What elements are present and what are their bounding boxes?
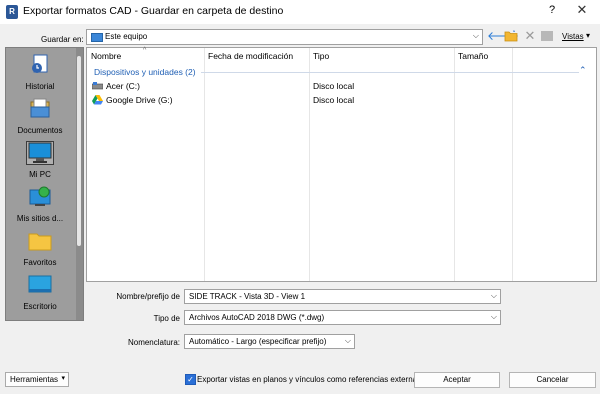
naming-value: Automático - Largo (especificar prefijo) xyxy=(189,337,327,346)
new-folder-icon[interactable] xyxy=(504,30,518,42)
place-label: Historial xyxy=(25,82,55,91)
views-menu[interactable]: Vistas xyxy=(562,32,584,41)
save-in-value: Este equipo xyxy=(105,32,148,41)
network-sites-icon xyxy=(27,186,53,208)
chevron-down-icon: ⌵ xyxy=(490,312,497,321)
places-scrollbar[interactable] xyxy=(76,48,83,320)
chevron-down-icon: ⌵ xyxy=(344,336,351,345)
file-type: Disco local xyxy=(313,81,355,91)
name-prefix-label: Nombre/prefijo de xyxy=(116,292,180,301)
file-type-value: Archivos AutoCAD 2018 DWG (*.dwg) xyxy=(189,313,325,322)
column-header-name[interactable]: Nombre xyxy=(91,51,121,61)
help-button[interactable]: ? xyxy=(545,4,559,18)
list-item[interactable]: Google Drive (G:) Disco local xyxy=(87,94,596,106)
desktop-icon xyxy=(27,274,53,296)
local-disk-icon xyxy=(91,82,104,90)
cancel-button[interactable]: Cancelar xyxy=(509,372,596,388)
place-label: Documentos xyxy=(17,126,63,135)
column-header-date[interactable]: Fecha de modificación xyxy=(208,51,293,61)
place-favorites[interactable]: Favoritos xyxy=(6,230,74,278)
tools-label: Herramientas xyxy=(10,375,59,384)
chevron-down-icon: ⌵ xyxy=(472,31,479,40)
column-header-type[interactable]: Tipo xyxy=(313,51,329,61)
file-name: Google Drive (G:) xyxy=(106,95,173,105)
place-label: Favoritos xyxy=(23,258,57,267)
file-type: Disco local xyxy=(313,95,355,105)
name-prefix-value: SIDE TRACK - Vista 3D - View 1 xyxy=(189,292,306,301)
delete-icon[interactable]: ✕ xyxy=(524,29,536,42)
favorites-folder-icon xyxy=(27,230,53,252)
place-label: Escritorio xyxy=(23,302,57,311)
history-icon xyxy=(27,54,53,76)
export-xrefs-label[interactable]: Exportar vistas en planos y vínculos com… xyxy=(197,375,421,384)
save-in-dropdown[interactable]: Este equipo ⌵ xyxy=(86,29,483,45)
place-label: Mis sitios d... xyxy=(16,214,64,223)
name-prefix-input[interactable]: SIDE TRACK - Vista 3D - View 1 ⌵ xyxy=(184,289,501,304)
tools-button[interactable]: Herramientas ▾ xyxy=(5,372,69,387)
scrollbar-thumb[interactable] xyxy=(77,56,81,246)
place-my-sites[interactable]: Mis sitios d... xyxy=(6,186,74,234)
window-title: Exportar formatos CAD - Guardar en carpe… xyxy=(23,5,284,17)
export-xrefs-checkbox[interactable]: ✓ xyxy=(185,374,196,385)
computer-icon xyxy=(26,141,54,165)
chevron-up-icon[interactable]: ⌃ xyxy=(579,65,587,76)
file-type-dropdown[interactable]: Archivos AutoCAD 2018 DWG (*.dwg) ⌵ xyxy=(184,310,501,325)
back-arrow-icon[interactable]: 🡐 xyxy=(487,30,519,42)
close-button[interactable]: ✕ xyxy=(574,2,590,18)
place-documents[interactable]: Documentos xyxy=(6,98,74,146)
place-my-pc[interactable]: Mi PC xyxy=(6,141,74,190)
chevron-down-icon[interactable]: ▾ xyxy=(586,31,590,40)
chevron-down-icon[interactable]: ⌵ xyxy=(491,291,497,301)
app-icon: R xyxy=(6,5,18,19)
documents-icon xyxy=(27,98,53,120)
column-header-size[interactable]: Tamaño xyxy=(458,51,488,61)
accept-button[interactable]: Aceptar xyxy=(414,372,500,388)
file-name: Acer (C:) xyxy=(106,81,140,91)
places-sidebar: Historial Documentos Mi PC Mis sitios d.… xyxy=(5,47,84,321)
file-list[interactable]: Nombre ^ Fecha de modificación Tipo Tama… xyxy=(86,47,597,282)
views-icon[interactable] xyxy=(541,31,553,41)
sort-ascending-icon: ^ xyxy=(143,47,147,54)
list-item[interactable]: Acer (C:) Disco local xyxy=(87,80,596,92)
save-in-label: Guardar en: xyxy=(41,35,84,44)
computer-icon xyxy=(91,33,103,42)
group-header[interactable]: Dispositivos y unidades (2) xyxy=(94,67,196,77)
naming-dropdown[interactable]: Automático - Largo (especificar prefijo)… xyxy=(184,334,355,349)
google-drive-icon xyxy=(92,95,103,105)
naming-label: Nomenclatura: xyxy=(127,338,180,347)
place-desktop[interactable]: Escritorio xyxy=(6,274,74,320)
chevron-down-icon: ▾ xyxy=(61,375,65,382)
file-type-label: Tipo de xyxy=(153,314,180,323)
group-divider xyxy=(201,72,579,73)
place-history[interactable]: Historial xyxy=(6,54,74,102)
place-label: Mi PC xyxy=(29,170,51,179)
